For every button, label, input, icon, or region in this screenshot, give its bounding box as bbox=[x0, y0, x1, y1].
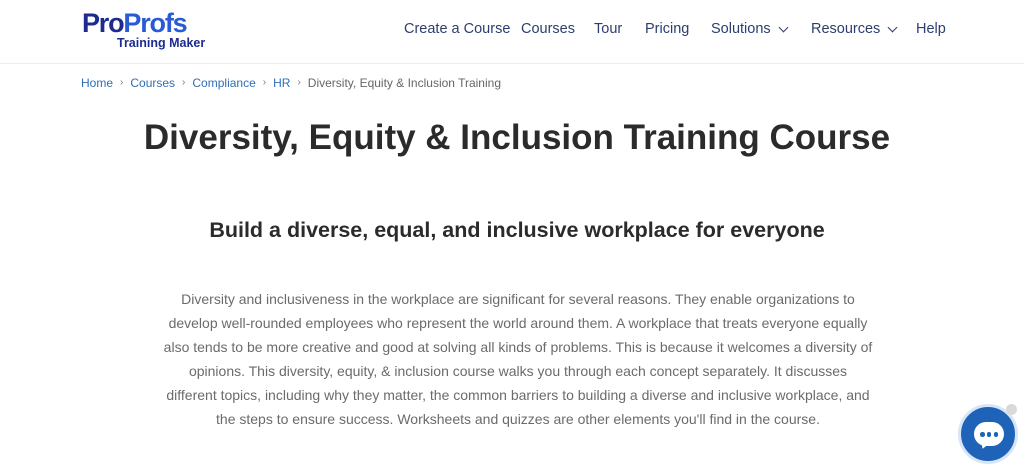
site-header: ProProfs Training Maker Create a Course … bbox=[0, 0, 1024, 64]
breadcrumb-separator: › bbox=[120, 77, 124, 88]
breadcrumb-compliance[interactable]: Compliance bbox=[192, 76, 255, 90]
breadcrumb-current: Diversity, Equity & Inclusion Training bbox=[307, 76, 501, 90]
breadcrumb-home[interactable]: Home bbox=[81, 76, 113, 90]
nav-courses-label: Courses bbox=[521, 21, 575, 37]
chevron-down-icon bbox=[887, 22, 898, 32]
nav-pricing[interactable]: Pricing bbox=[645, 20, 689, 38]
page-subtitle: Build a diverse, equal, and inclusive wo… bbox=[209, 218, 825, 242]
chat-status-badge bbox=[1006, 404, 1017, 415]
nav-resources-label: Resources bbox=[811, 21, 881, 37]
nav-tour-label: Tour bbox=[594, 21, 623, 37]
breadcrumb-separator: › bbox=[182, 77, 186, 88]
breadcrumb-separator: › bbox=[262, 77, 267, 88]
breadcrumb: Home › Courses › Compliance › HR › Diver… bbox=[81, 76, 501, 90]
course-description: Diversity and inclusiveness in the workp… bbox=[163, 291, 873, 427]
nav-tour[interactable]: Tour bbox=[594, 20, 622, 38]
breadcrumb-hr[interactable]: HR bbox=[273, 76, 290, 90]
chat-dot bbox=[980, 432, 985, 437]
main-nav: Create a Course Courses Tour Pricing Sol… bbox=[0, 0, 1024, 64]
nav-create-a-course-label: Create a Course bbox=[404, 21, 511, 37]
nav-solutions-label: Solutions bbox=[711, 21, 771, 37]
chevron-down-icon bbox=[778, 22, 789, 32]
nav-resources[interactable]: Resources bbox=[811, 20, 898, 38]
nav-courses[interactable]: Courses bbox=[521, 20, 575, 38]
breadcrumb-separator: › bbox=[297, 77, 301, 88]
page-title: Diversity, Equity & Inclusion Training C… bbox=[143, 118, 891, 157]
chat-dot bbox=[993, 432, 998, 437]
nav-create-a-course[interactable]: Create a Course bbox=[404, 20, 510, 38]
chat-dot bbox=[986, 432, 992, 437]
nav-pricing-label: Pricing bbox=[645, 21, 690, 37]
breadcrumb-courses[interactable]: Courses bbox=[130, 76, 175, 90]
nav-solutions[interactable]: Solutions bbox=[711, 20, 789, 38]
nav-help-label: Help bbox=[916, 21, 946, 37]
nav-help[interactable]: Help bbox=[916, 20, 946, 38]
